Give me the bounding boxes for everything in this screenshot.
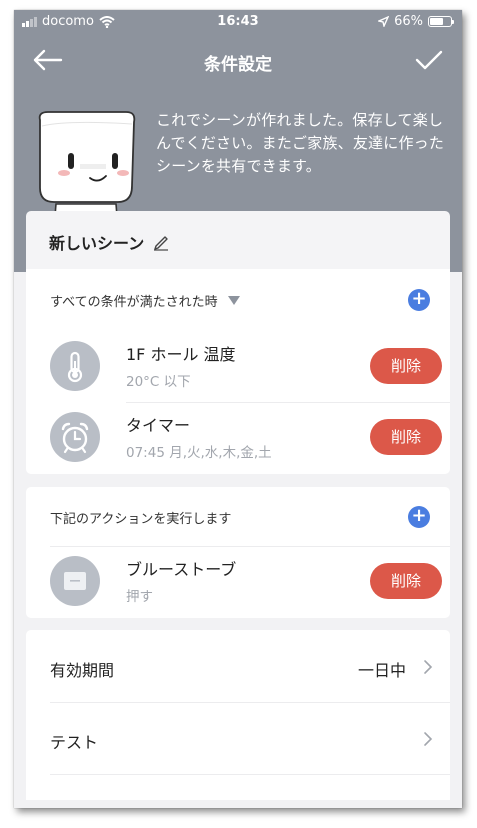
- settings-row-validity-period[interactable]: 有効期間 一日中: [26, 632, 450, 702]
- settings-row-test[interactable]: テスト: [26, 704, 450, 774]
- conditions-header: すべての条件が満たされた時 +: [50, 289, 430, 311]
- checkmark-icon[interactable]: [414, 46, 444, 74]
- phone-screen: docomo 16:43 66% 条件設定 これでシーンが作れました。保存して楽…: [14, 10, 462, 808]
- battery-level: [430, 18, 444, 25]
- status-right: 66%: [378, 14, 454, 29]
- scene-name-label: 新しいシーン: [49, 234, 145, 253]
- alarm-clock-icon: [50, 412, 100, 462]
- device-icon: [50, 556, 100, 606]
- thermometer-icon: [50, 341, 100, 391]
- condition-detail: 20°C 以下: [126, 374, 191, 390]
- delete-button[interactable]: 削除: [370, 563, 442, 599]
- conditions-header-label: すべての条件が満たされた時: [50, 294, 218, 310]
- mascot-illustration: [38, 111, 136, 226]
- dropdown-triangle-icon[interactable]: [227, 295, 240, 305]
- delete-button[interactable]: 削除: [370, 419, 442, 455]
- scene-name[interactable]: 新しいシーン: [49, 230, 170, 254]
- conditions-card: すべての条件が満たされた時 + 1F ホール 温度 20°C 以下 削除 タイマ…: [26, 269, 450, 474]
- battery-icon: [428, 16, 454, 27]
- chevron-right-icon: [424, 732, 433, 746]
- pencil-edit-icon[interactable]: [152, 233, 170, 251]
- actions-header: 下記のアクションを実行します +: [50, 506, 430, 528]
- settings-label: 有効期間: [50, 661, 115, 680]
- divider: [126, 402, 450, 403]
- condition-detail: 07:45 月,火,水,木,金,土: [126, 445, 272, 461]
- actions-card: 下記のアクションを実行します + ブルーストーブ 押す 削除: [26, 487, 450, 618]
- settings-value: 一日中: [357, 661, 406, 680]
- divider: [50, 546, 450, 547]
- battery-percent: 66%: [394, 14, 423, 29]
- status-bar: docomo 16:43 66%: [14, 10, 462, 34]
- intro-message: これでシーンが作れました。保存して楽しんでください。またご家族、友達に作ったシー…: [156, 111, 445, 175]
- condition-title: タイマー: [126, 416, 191, 435]
- add-condition-plus-icon[interactable]: +: [408, 289, 430, 311]
- condition-row-timer[interactable]: タイマー 07:45 月,火,水,木,金,土 削除: [26, 405, 450, 471]
- nav-bar: 条件設定: [14, 42, 462, 78]
- condition-row-temperature[interactable]: 1F ホール 温度 20°C 以下 削除: [26, 334, 450, 400]
- chevron-right-icon: [424, 660, 433, 674]
- scene-name-card: 新しいシーン: [26, 211, 450, 269]
- action-detail: 押す: [126, 589, 153, 605]
- action-row-blue-stove[interactable]: ブルーストーブ 押す 削除: [26, 549, 450, 615]
- delete-button[interactable]: 削除: [370, 348, 442, 384]
- action-title: ブルーストーブ: [126, 560, 237, 579]
- location-arrow-icon: [378, 16, 390, 27]
- settings-label: テスト: [50, 733, 99, 752]
- actions-header-label: 下記のアクションを実行します: [50, 511, 232, 527]
- settings-card: 有効期間 一日中 テスト: [26, 630, 450, 800]
- divider: [50, 702, 450, 703]
- divider: [50, 774, 450, 775]
- condition-title: 1F ホール 温度: [126, 345, 236, 364]
- add-action-plus-icon[interactable]: +: [408, 506, 430, 528]
- page-title: 条件設定: [204, 55, 272, 75]
